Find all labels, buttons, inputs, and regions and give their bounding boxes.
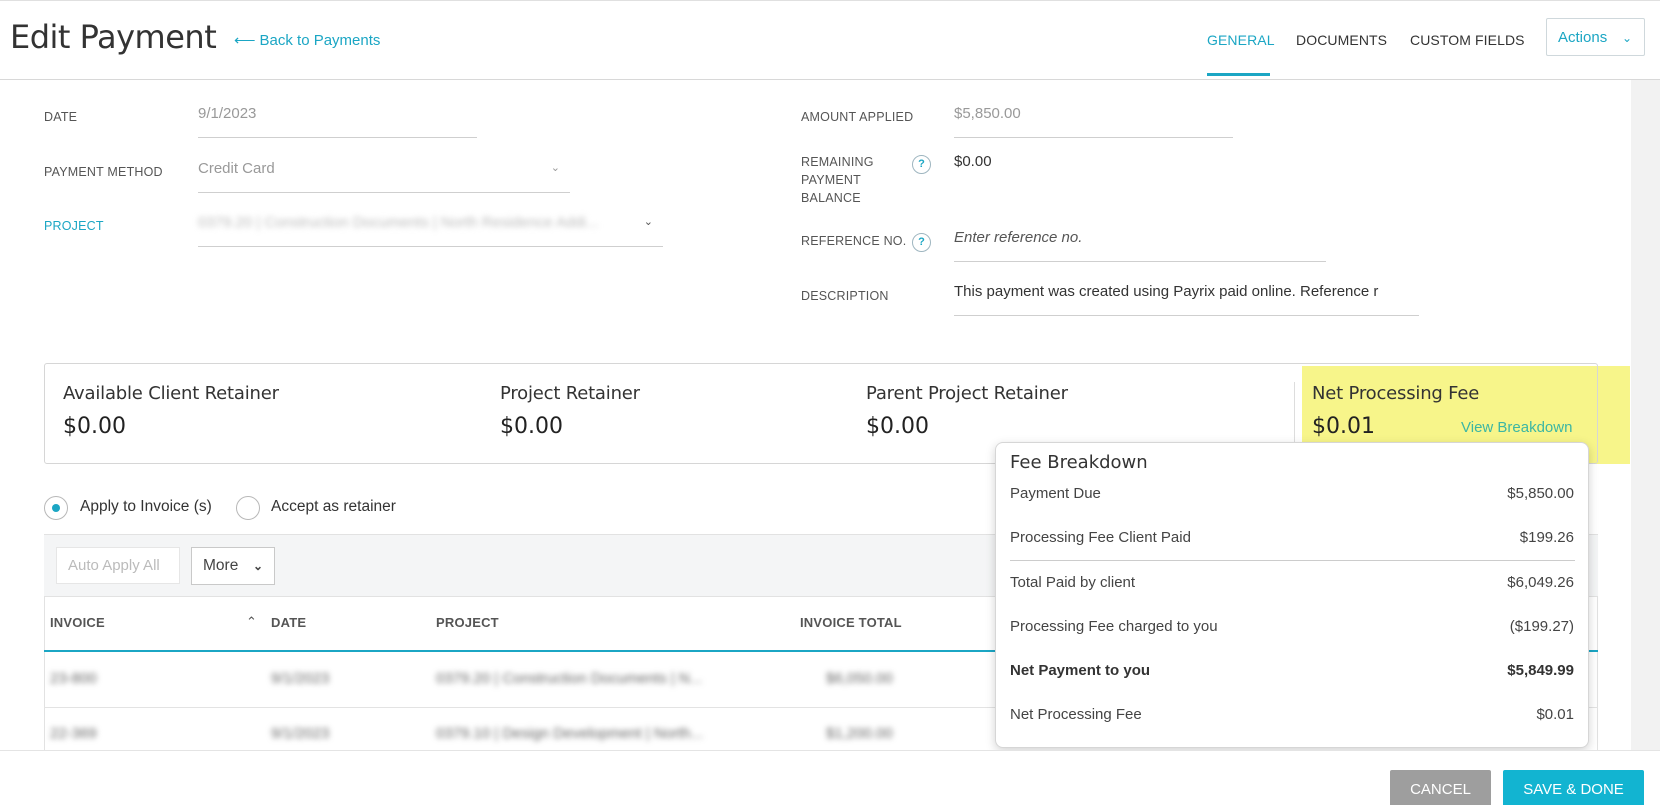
description-label: DESCRIPTION [801, 289, 889, 303]
popover-divider [1010, 560, 1575, 561]
back-link-label: Back to Payments [259, 32, 381, 49]
date-label: DATE [44, 110, 78, 124]
help-icon[interactable]: ? [912, 233, 931, 252]
more-dropdown-button[interactable]: More ⌄ [191, 547, 275, 585]
payment-due-label: Payment Due [1010, 485, 1101, 502]
project-cell: 0379.20 | Construction Documents | N... [436, 670, 703, 687]
parent-project-retainer-title: Parent Project Retainer [866, 383, 1068, 404]
date-cell: 9/1/2023 [271, 725, 330, 742]
net-payment-value: $5,849.99 [1507, 662, 1574, 679]
accept-as-retainer-radio[interactable] [236, 496, 260, 520]
net-processing-fee-value: $0.01 [1312, 414, 1375, 439]
project-retainer-value: $0.00 [500, 414, 563, 439]
actions-dropdown-button[interactable]: Actions ⌄ [1546, 18, 1645, 56]
more-label: More [203, 557, 239, 574]
invoice-cell[interactable]: 23-800 [50, 670, 97, 687]
reference-input[interactable]: Enter reference no. [954, 222, 1326, 262]
column-header-date[interactable]: DATE [271, 615, 306, 630]
net-processing-fee-popover-value: $0.01 [1536, 706, 1574, 723]
arrow-left-icon: ⟵ [234, 32, 256, 49]
project-select[interactable]: 0379.20 | Construction Documents | North… [198, 207, 663, 247]
chevron-down-icon: ⌄ [1621, 31, 1632, 45]
remaining-label-line-3: BALANCE [801, 191, 861, 205]
actions-label: Actions [1558, 29, 1608, 46]
tab-documents[interactable]: DOCUMENTS [1296, 32, 1387, 48]
tab-custom-fields[interactable]: CUSTOM FIELDS [1410, 32, 1525, 48]
net-processing-fee-title: Net Processing Fee [1312, 383, 1480, 404]
amount-applied-value: $5,850.00 [954, 105, 1021, 122]
column-header-invoice-total[interactable]: INVOICE TOTAL [800, 615, 902, 630]
back-to-payments-link[interactable]: ⟵ Back to Payments [234, 31, 380, 49]
chevron-down-icon: ⌄ [643, 216, 653, 228]
apply-to-invoice-label[interactable]: Apply to Invoice (s) [80, 498, 212, 516]
invoice-cell[interactable]: 22-369 [50, 725, 97, 742]
project-value: 0379.20 | Construction Documents | North… [198, 214, 599, 231]
project-retainer-title: Project Retainer [500, 383, 640, 404]
payment-due-value: $5,850.00 [1507, 485, 1574, 502]
chevron-down-icon: ⌄ [252, 559, 263, 573]
fee-breakdown-title: Fee Breakdown [1010, 452, 1148, 473]
description-input[interactable]: This payment was created using Payrix pa… [954, 276, 1419, 316]
date-cell: 9/1/2023 [271, 670, 330, 687]
project-label: PROJECT [44, 219, 104, 233]
remaining-label-line-1: REMAINING [801, 155, 874, 169]
cancel-button[interactable]: CANCEL [1390, 770, 1491, 805]
column-header-invoice[interactable]: INVOICE [50, 615, 105, 630]
parent-project-retainer-value: $0.00 [866, 414, 929, 439]
fee-charged-value: ($199.27) [1509, 618, 1574, 635]
amount-applied-field[interactable]: $5,850.00 [954, 98, 1233, 138]
reference-label: REFERENCE NO. [801, 234, 907, 248]
page-title: Edit Payment [10, 18, 217, 56]
payment-method-value: Credit Card [198, 160, 275, 177]
help-icon[interactable]: ? [912, 155, 931, 174]
available-client-retainer-title: Available Client Retainer [63, 383, 279, 404]
amount-applied-label: AMOUNT APPLIED [801, 110, 914, 124]
accept-as-retainer-label[interactable]: Accept as retainer [271, 498, 396, 516]
fee-client-paid-label: Processing Fee Client Paid [1010, 529, 1191, 546]
date-field[interactable]: 9/1/2023 [198, 98, 477, 138]
remaining-balance-value: $0.00 [954, 153, 992, 170]
invoice-total-cell: $6,050.00 [826, 670, 893, 687]
tab-general[interactable]: GENERAL [1207, 32, 1275, 48]
retainer-divider [1294, 382, 1295, 445]
description-value: This payment was created using Payrix pa… [954, 283, 1379, 300]
auto-apply-all-button[interactable]: Auto Apply All [56, 547, 180, 584]
scroll-gutter [1631, 80, 1660, 750]
project-cell: 0379.10 | Design Development | North... [436, 725, 704, 742]
column-header-project[interactable]: PROJECT [436, 615, 499, 630]
fee-client-paid-value: $199.26 [1519, 529, 1574, 546]
save-and-done-button[interactable]: SAVE & DONE [1503, 770, 1644, 805]
payment-method-label: PAYMENT METHOD [44, 165, 163, 179]
fee-charged-label: Processing Fee charged to you [1010, 618, 1218, 635]
chevron-down-icon: ⌄ [550, 162, 560, 174]
remaining-balance-label: REMAINING PAYMENT BALANCE [801, 153, 874, 207]
net-processing-fee-label: Net Processing Fee [1010, 706, 1142, 723]
reference-placeholder: Enter reference no. [954, 229, 1083, 246]
available-client-retainer-value: $0.00 [63, 414, 126, 439]
total-paid-label: Total Paid by client [1010, 574, 1136, 591]
date-value: 9/1/2023 [198, 105, 257, 122]
view-breakdown-link[interactable]: View Breakdown [1461, 419, 1572, 436]
invoice-total-cell: $1,200.00 [826, 725, 893, 742]
payment-method-select[interactable]: Credit Card ⌄ [198, 153, 570, 193]
apply-to-invoice-radio[interactable] [44, 496, 68, 520]
total-paid-value: $6,049.26 [1507, 574, 1574, 591]
net-payment-label: Net Payment to you [1010, 662, 1151, 679]
active-tab-indicator [1207, 73, 1270, 76]
sort-ascending-icon[interactable]: ⌃ [246, 614, 257, 630]
remaining-label-line-2: PAYMENT [801, 173, 861, 187]
